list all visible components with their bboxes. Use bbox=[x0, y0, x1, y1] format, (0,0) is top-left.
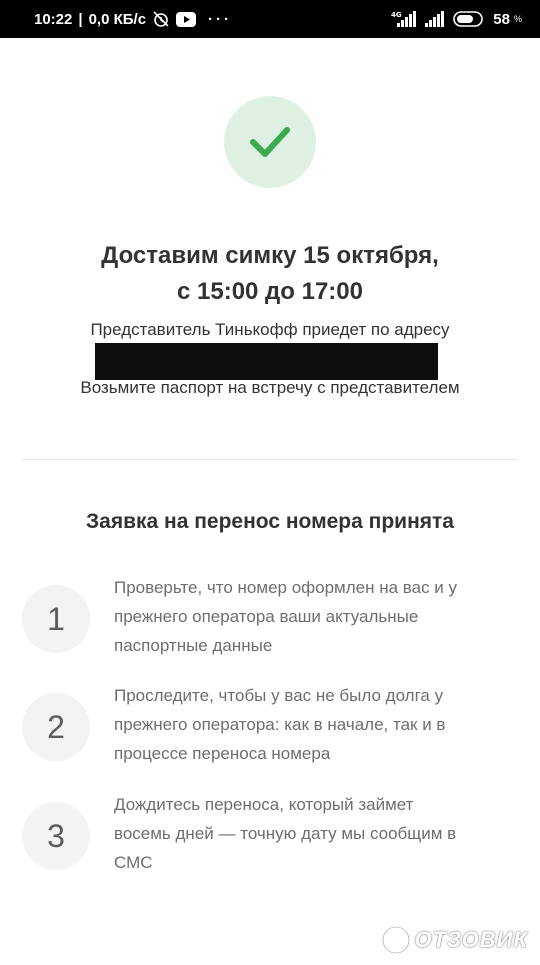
youtube-icon bbox=[176, 11, 197, 27]
checkmark-icon bbox=[250, 127, 290, 157]
delivery-date: Доставим симку 15 октября, bbox=[101, 242, 439, 269]
watermark: ОТЗОВИК bbox=[381, 925, 529, 955]
status-bar: 10:22 | 0,0 КБ/с ··· 4G 58 % bbox=[0, 0, 540, 38]
delivery-time: с 15:00 до 17:00 bbox=[176, 278, 363, 305]
more-notifications-icon: ··· bbox=[208, 10, 233, 28]
divider bbox=[22, 459, 518, 460]
watermark-logo-icon bbox=[381, 925, 410, 955]
status-time: 10:22 bbox=[34, 10, 73, 28]
status-speed: 0,0 КБ/с bbox=[88, 10, 147, 28]
success-badge bbox=[224, 96, 316, 188]
signal-icon bbox=[425, 10, 445, 28]
step-text: Проследите, чтобы у вас не было долга у … bbox=[114, 686, 446, 763]
delivery-title: Доставим симку 15 октября, с 15:00 до 17… bbox=[0, 238, 540, 310]
step-number: 2 bbox=[22, 693, 90, 761]
battery-unit: % bbox=[513, 14, 522, 24]
watermark-text: ОТЗОВИК bbox=[414, 927, 528, 952]
network-type-label: 4G bbox=[391, 11, 402, 19]
porting-title: Заявка на перенос номера принята bbox=[86, 510, 454, 533]
step-number: 3 bbox=[22, 802, 90, 870]
signal-4g-icon: 4G bbox=[391, 10, 417, 28]
step-number: 1 bbox=[22, 585, 90, 653]
step-text: Дождитесь переноса, который займет восем… bbox=[114, 795, 457, 872]
battery-level: 58 bbox=[493, 10, 510, 28]
passport-note: Возьмите паспорт на встречу с представит… bbox=[80, 378, 460, 397]
delivery-subtitle: Представитель Тинькофф приедет по адресу bbox=[90, 320, 450, 339]
alarm-off-icon bbox=[152, 10, 170, 28]
battery-icon bbox=[453, 11, 485, 27]
step-text: Проверьте, что номер оформлен на вас и у… bbox=[114, 578, 458, 655]
redacted-address bbox=[95, 343, 438, 380]
